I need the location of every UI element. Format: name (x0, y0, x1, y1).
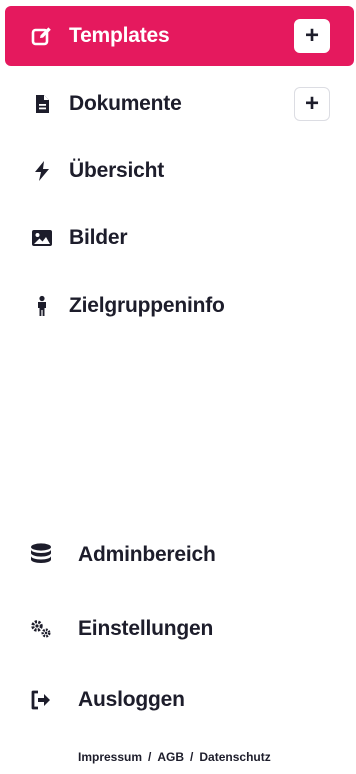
nav-item-label: Übersicht (69, 159, 165, 182)
add-document-button[interactable]: + (294, 87, 330, 121)
file-icon (31, 93, 53, 115)
nav-item-einstellungen[interactable]: Einstellungen (28, 609, 213, 649)
add-template-button[interactable]: + (294, 19, 330, 53)
nav-item-uebersicht[interactable]: Übersicht (5, 141, 354, 201)
sign-out-icon (28, 687, 54, 713)
datenschutz-link[interactable]: Datenschutz (199, 750, 270, 764)
nav-item-bilder[interactable]: Bilder (5, 208, 354, 268)
sidebar: Templates + Dokumente + Übersicht Bilder… (0, 0, 356, 774)
nav-item-dokumente[interactable]: Dokumente + (5, 74, 354, 134)
nav-item-label: Templates (69, 24, 170, 47)
impressum-link[interactable]: Impressum (78, 750, 142, 764)
footer-separator: / (190, 750, 194, 764)
person-icon (31, 295, 53, 317)
footer-separator: / (148, 750, 152, 764)
nav-item-templates[interactable]: Templates + (5, 6, 354, 66)
nav-item-label: Zielgruppeninfo (69, 294, 225, 317)
nav-item-adminbereich[interactable]: Adminbereich (28, 535, 216, 575)
nav-item-label: Ausloggen (78, 688, 185, 711)
image-icon (31, 227, 53, 249)
agb-link[interactable]: AGB (157, 750, 184, 764)
nav-item-label: Einstellungen (78, 617, 214, 640)
nav-item-zielgruppeninfo[interactable]: Zielgruppeninfo (5, 276, 354, 336)
database-icon (28, 542, 54, 568)
footer-links: Impressum / AGB / Datenschutz (78, 750, 271, 764)
nav-item-ausloggen[interactable]: Ausloggen (28, 680, 185, 720)
nav-item-label: Dokumente (69, 92, 182, 115)
edit-icon (31, 25, 53, 47)
nav-item-label: Adminbereich (78, 543, 216, 566)
bolt-icon (31, 160, 53, 182)
cogs-icon (28, 616, 54, 642)
nav-item-label: Bilder (69, 226, 128, 249)
